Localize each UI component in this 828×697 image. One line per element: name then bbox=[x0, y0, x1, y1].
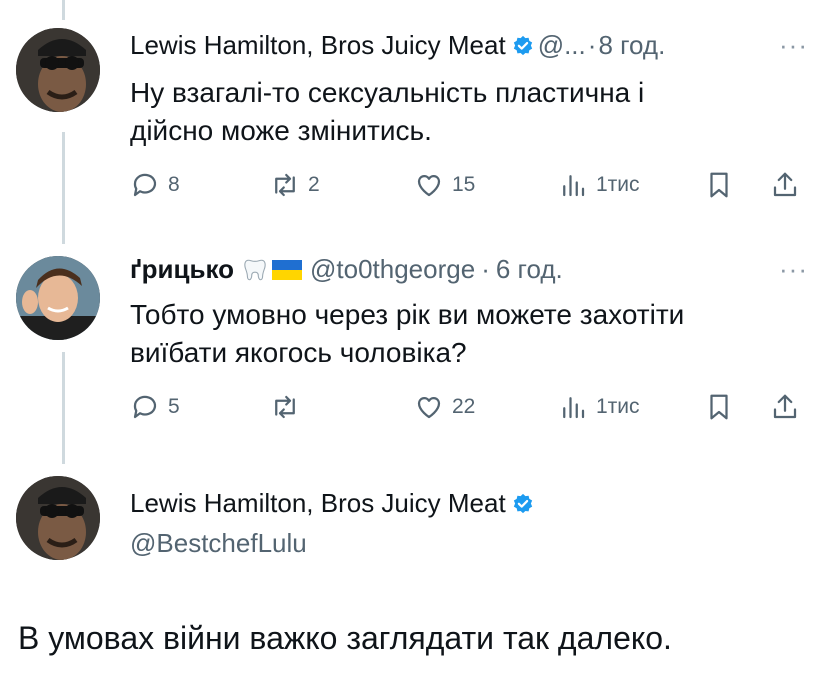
avatar-photo-icon bbox=[16, 256, 100, 340]
reply-count: 5 bbox=[168, 395, 180, 418]
retweet-button[interactable] bbox=[270, 392, 308, 422]
main-tweet-text: В умовах війни важко заглядати так далек… bbox=[18, 620, 672, 656]
views-button[interactable]: 1тис bbox=[558, 170, 640, 200]
verified-icon bbox=[513, 493, 532, 513]
tweet-text: Тобто умовно через рік ви можете захотіт… bbox=[130, 296, 790, 372]
avatar-photo-icon bbox=[16, 28, 100, 112]
views-icon bbox=[563, 397, 585, 419]
reply-icon bbox=[133, 395, 157, 419]
tweet-time[interactable]: 8 год. bbox=[598, 30, 665, 61]
verified-icon bbox=[513, 35, 532, 55]
reply-button[interactable]: 8 bbox=[130, 170, 180, 200]
time-separator: · bbox=[481, 254, 490, 284]
thread-line-1 bbox=[62, 132, 65, 244]
retweet-icon bbox=[275, 395, 295, 419]
views-count: 1тис bbox=[596, 173, 640, 196]
avatar[interactable] bbox=[16, 476, 100, 560]
author-name[interactable]: ґрицько bbox=[130, 254, 234, 285]
views-button[interactable]: 1тис bbox=[558, 392, 640, 422]
retweet-button[interactable]: 2 bbox=[270, 170, 320, 200]
like-count: 15 bbox=[452, 173, 476, 196]
views-icon bbox=[563, 175, 585, 197]
share-button[interactable] bbox=[770, 170, 808, 200]
tweet-text-line: Тобто умовно через рік ви можете захотіт… bbox=[130, 299, 685, 330]
reply-count: 8 bbox=[168, 173, 180, 196]
tweet-actions: 8 2 15 1тис bbox=[130, 170, 810, 204]
author-handle[interactable]: @... bbox=[538, 30, 586, 61]
bookmark-icon bbox=[710, 394, 728, 420]
share-icon bbox=[773, 172, 797, 197]
main-tweet-handle-row: @BestchefLulu bbox=[130, 528, 307, 559]
tweet-text-line: Ну взагалі-то сексуальність пластична і bbox=[130, 77, 645, 108]
tweet-header: ґрицько @to0thgeorge · 6 год. bbox=[130, 254, 563, 285]
bookmark-button[interactable] bbox=[704, 170, 742, 200]
like-button[interactable]: 15 bbox=[414, 170, 475, 200]
tweet-text: Ну взагалі-то сексуальність пластична і … bbox=[130, 74, 790, 150]
more-options-button[interactable]: ··· bbox=[779, 30, 808, 61]
like-button[interactable]: 22 bbox=[414, 392, 475, 422]
views-count: 1тис bbox=[596, 395, 640, 418]
tweet-time[interactable]: 6 год. bbox=[496, 254, 563, 285]
like-icon bbox=[417, 174, 441, 197]
share-icon bbox=[773, 394, 797, 419]
tweet-actions: 5 22 1тис bbox=[130, 392, 810, 426]
time-separator: · bbox=[587, 30, 597, 60]
tweet-text-line: дійсно може змінитись. bbox=[130, 115, 432, 146]
author-handle[interactable]: @to0thgeorge bbox=[310, 254, 475, 285]
avatar[interactable] bbox=[16, 28, 100, 112]
avatar-photo-icon bbox=[16, 476, 100, 560]
author-name[interactable]: Lewis Hamilton, Bros Juicy Meat bbox=[130, 488, 506, 519]
bookmark-icon bbox=[710, 172, 728, 198]
author-handle[interactable]: @BestchefLulu bbox=[130, 528, 307, 559]
main-tweet-header: Lewis Hamilton, Bros Juicy Meat bbox=[130, 488, 538, 519]
reply-button[interactable]: 5 bbox=[130, 392, 180, 422]
retweet-count: 2 bbox=[308, 173, 320, 196]
more-options-button[interactable]: ··· bbox=[779, 254, 808, 285]
thread-line-top bbox=[62, 0, 65, 20]
retweet-icon bbox=[275, 173, 295, 197]
bookmark-button[interactable] bbox=[704, 392, 742, 422]
tweet-header: Lewis Hamilton, Bros Juicy Meat @... · 8… bbox=[130, 30, 665, 61]
tweet-text-line: виїбати якогось чоловіка? bbox=[130, 337, 467, 368]
share-button[interactable] bbox=[770, 392, 808, 422]
reply-icon bbox=[133, 173, 157, 197]
flag-icon bbox=[272, 259, 302, 280]
like-icon bbox=[417, 396, 441, 419]
author-name[interactable]: Lewis Hamilton, Bros Juicy Meat bbox=[130, 30, 506, 61]
avatar[interactable] bbox=[16, 256, 100, 340]
thread-line-2 bbox=[62, 352, 65, 464]
like-count: 22 bbox=[452, 395, 476, 418]
tooth-icon bbox=[244, 259, 266, 280]
